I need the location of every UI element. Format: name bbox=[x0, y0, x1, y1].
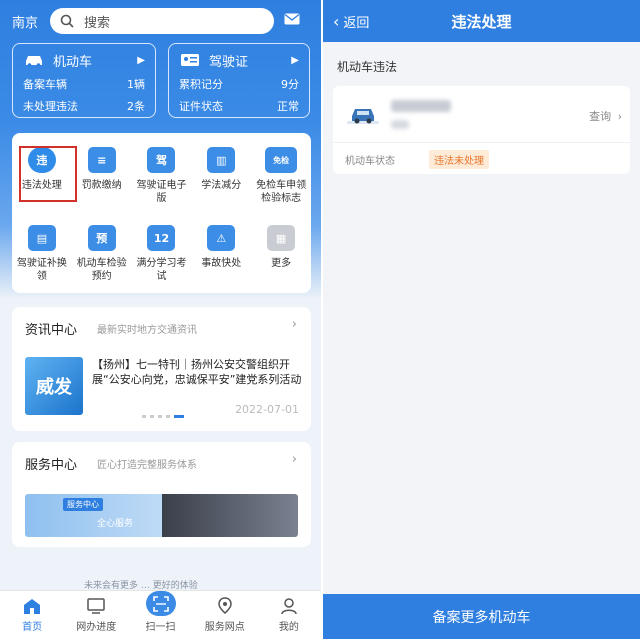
arrow-right-icon: ▶ bbox=[137, 54, 145, 66]
service-fine[interactable]: ≡ 罚款缴纳 bbox=[72, 133, 132, 211]
chevron-right-icon: › bbox=[617, 110, 622, 123]
service-e-license[interactable]: 驾 驾驶证电子版 bbox=[132, 133, 192, 211]
license-row-label: 证件状态 bbox=[179, 100, 223, 113]
search-icon bbox=[60, 14, 74, 28]
tab-outlets[interactable]: 服务网点 bbox=[193, 591, 257, 639]
vehicle-row-label: 未处理违法 bbox=[23, 100, 78, 113]
tab-progress[interactable]: 网办进度 bbox=[64, 591, 128, 639]
news-title: 资讯中心 bbox=[25, 323, 78, 338]
news-thumbnail: 威发 bbox=[25, 357, 83, 415]
service-study[interactable]: ▥ 学法减分 bbox=[191, 133, 251, 211]
service-label: 免检车申领检验标志 bbox=[256, 180, 307, 204]
service-center-panel[interactable]: 服务中心 匠心打造完整服务体系 › 服务中心 全心服务 bbox=[12, 442, 311, 547]
service-label: 驾驶证补换领 bbox=[16, 258, 67, 282]
plate-number-blurred bbox=[391, 100, 451, 112]
service-full-score[interactable]: 12 满分学习考试 bbox=[132, 211, 192, 289]
page-title: 违法处理 bbox=[451, 13, 512, 31]
mail-icon[interactable] bbox=[284, 13, 300, 25]
service-center-title: 服务中心 bbox=[25, 458, 78, 473]
chevron-right-icon: › bbox=[291, 452, 297, 467]
city-selector[interactable]: 南京 bbox=[12, 12, 38, 31]
tab-label: 首页 bbox=[22, 622, 43, 633]
license-card[interactable]: 驾驶证 ▶ 累积记分 9分 证件状态 正常 bbox=[168, 43, 310, 118]
highlight-box bbox=[19, 146, 77, 202]
plate-type-blurred bbox=[391, 120, 409, 129]
inspection-icon: 预 bbox=[87, 225, 116, 251]
service-accident[interactable]: ⚠ 事故快处 bbox=[191, 211, 251, 289]
vehicle-card-title: 机动车 bbox=[53, 54, 93, 70]
license-card-title: 驾驶证 bbox=[209, 54, 249, 70]
car-icon bbox=[347, 109, 379, 124]
vehicle-card[interactable]: 机动车 ▶ 备案车辆 1辆 未处理违法 2条 bbox=[12, 43, 156, 118]
status-label: 机动车状态 bbox=[345, 156, 395, 167]
add-vehicle-button[interactable]: 备案更多机动车 bbox=[323, 594, 640, 639]
status-badge: 违法未处理 bbox=[429, 150, 489, 169]
service-photo bbox=[162, 494, 298, 537]
e-license-icon: 驾 bbox=[147, 147, 176, 173]
location-icon bbox=[217, 597, 232, 614]
car-icon bbox=[26, 56, 42, 67]
bottom-tabbar: 首页 网办进度 扫一扫 服务网点 我的 bbox=[0, 590, 321, 639]
study-icon: ▥ bbox=[207, 147, 236, 173]
id-card-icon bbox=[181, 54, 199, 66]
fine-icon: ≡ bbox=[87, 147, 116, 173]
exempt-icon: 免检 bbox=[265, 147, 298, 173]
home-icon bbox=[24, 599, 41, 614]
service-exempt[interactable]: 免检 免检车申领检验标志 bbox=[251, 133, 311, 211]
chevron-right-icon: › bbox=[291, 317, 297, 332]
home-screen: 南京 搜索 机动车 ▶ 备案车辆 1辆 未处理违法 2条 驾驶证 ▶ 累积记分 9分 … bbox=[0, 0, 321, 639]
service-label: 更多 bbox=[271, 258, 292, 269]
accident-icon: ⚠ bbox=[207, 225, 236, 251]
news-date: 2022-07-01 bbox=[235, 403, 299, 416]
search-bar[interactable]: 搜索 bbox=[50, 8, 274, 34]
news-headline[interactable]: 【扬州】七一特刊｜扬州公安交警组织开展“公安心向党，忠诚保平安”建党系列活动 bbox=[92, 357, 302, 387]
service-inspection[interactable]: 预 机动车检验预约 bbox=[72, 211, 132, 289]
service-center-subtitle: 匠心打造完整服务体系 bbox=[97, 460, 198, 471]
tab-mine[interactable]: 我的 bbox=[257, 591, 321, 639]
service-label: 驾驶证电子版 bbox=[136, 180, 187, 204]
tab-label: 服务网点 bbox=[204, 622, 245, 633]
vehicle-item[interactable]: 查询 › 机动车状态 违法未处理 bbox=[333, 86, 630, 174]
service-label: 事故快处 bbox=[201, 258, 242, 269]
license-row-value: 正常 bbox=[277, 100, 299, 113]
nav-bar: ‹ 返回 违法处理 bbox=[323, 0, 640, 42]
calendar-icon: 12 bbox=[147, 225, 176, 251]
license-renew-icon: ▤ bbox=[27, 225, 56, 251]
vehicle-row-value: 1辆 bbox=[127, 78, 145, 91]
service-label: 满分学习考试 bbox=[136, 258, 187, 282]
carousel-dots bbox=[142, 415, 184, 418]
service-label: 机动车检验预约 bbox=[76, 258, 127, 282]
banner-tag: 服务中心 bbox=[63, 498, 103, 511]
monitor-icon bbox=[87, 598, 106, 614]
news-subtitle: 最新实时地方交通资讯 bbox=[97, 325, 198, 336]
search-placeholder: 搜索 bbox=[84, 15, 111, 31]
section-title: 机动车违法 bbox=[337, 60, 398, 74]
query-link[interactable]: 查询 › bbox=[589, 108, 622, 124]
tab-label: 扫一扫 bbox=[145, 622, 176, 633]
news-panel[interactable]: 资讯中心 最新实时地方交通资讯 › 威发 【扬州】七一特刊｜扬州公安交警组织开展… bbox=[12, 307, 311, 431]
divider bbox=[333, 142, 630, 143]
license-row-label: 累积记分 bbox=[179, 78, 223, 91]
banner-text: 全心服务 bbox=[97, 519, 134, 529]
more-icon: ▦ bbox=[267, 225, 296, 251]
tab-home[interactable]: 首页 bbox=[0, 591, 64, 639]
service-license-renew[interactable]: ▤ 驾驶证补换领 bbox=[12, 211, 72, 289]
vehicle-row-value: 2条 bbox=[127, 100, 145, 113]
violation-screen: ‹ 返回 违法处理 机动车违法 查询 › 机动车状态 违法未处理 备案更多机动车 bbox=[323, 0, 640, 639]
tab-label: 网办进度 bbox=[76, 622, 117, 633]
tab-label: 我的 bbox=[278, 622, 299, 633]
query-label: 查询 bbox=[589, 110, 612, 123]
vehicle-row-label: 备案车辆 bbox=[23, 78, 67, 91]
user-icon bbox=[281, 598, 297, 615]
tab-scan[interactable]: 扫一扫 bbox=[128, 591, 192, 639]
license-row-value: 9分 bbox=[281, 78, 299, 91]
scan-icon bbox=[145, 591, 176, 616]
service-label: 学法减分 bbox=[201, 180, 242, 191]
service-label: 罚款缴纳 bbox=[81, 180, 122, 191]
arrow-right-icon: ▶ bbox=[291, 54, 299, 66]
service-more[interactable]: ▦ 更多 bbox=[251, 211, 311, 289]
